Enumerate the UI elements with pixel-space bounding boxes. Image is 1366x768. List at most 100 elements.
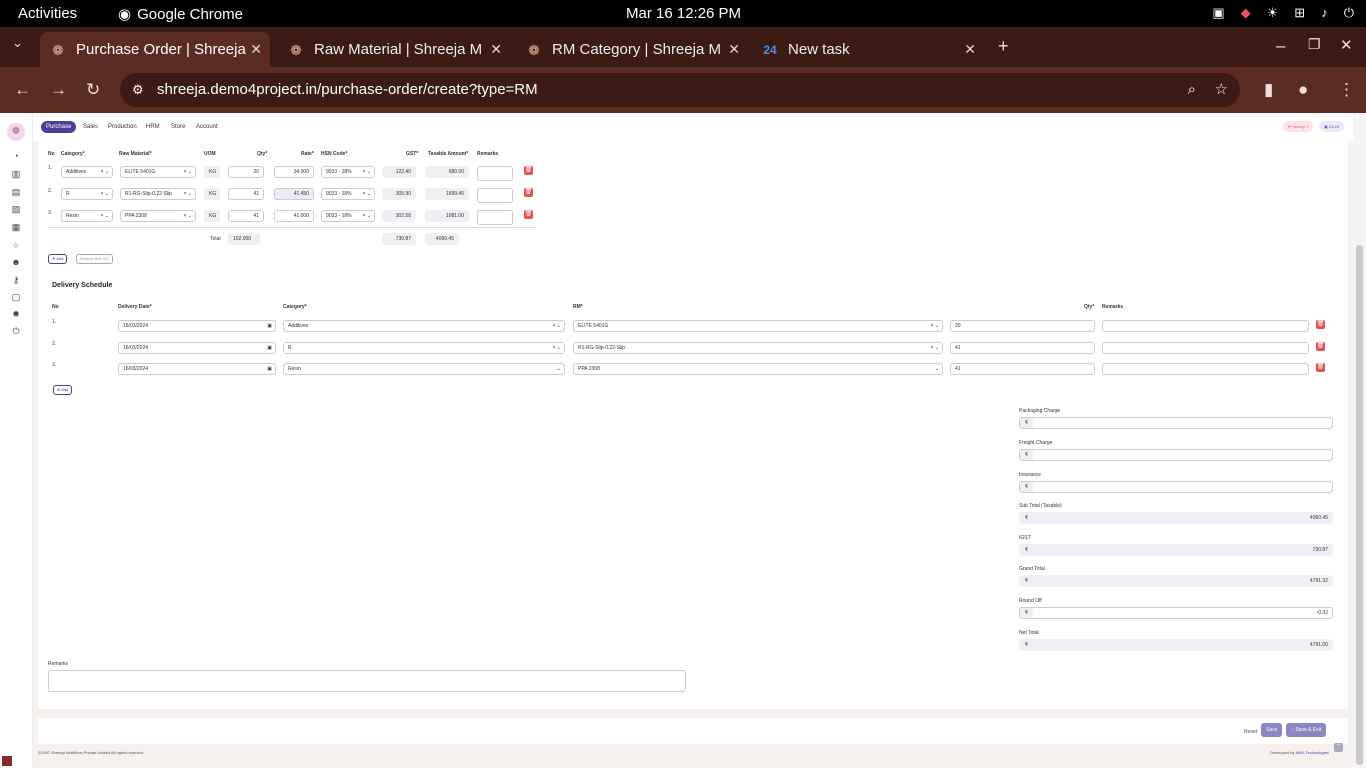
ds-category-select[interactable]: R × ⌄ bbox=[283, 342, 565, 354]
company-link[interactable]: MNS Technologies bbox=[1296, 750, 1329, 755]
category-select[interactable]: R × ⌄ bbox=[61, 188, 113, 200]
reset-button[interactable]: Reset bbox=[1244, 729, 1257, 735]
grid-icon[interactable]: ▦ bbox=[11, 222, 21, 232]
rate-input[interactable]: 41.000 bbox=[274, 210, 314, 222]
delivery-date-input[interactable]: 16/03/2024 ▣ bbox=[118, 320, 276, 332]
insurance-input[interactable]: ₹ bbox=[1019, 481, 1333, 493]
round-off-input[interactable]: ₹ -0.32 bbox=[1019, 607, 1333, 619]
settings-icon[interactable]: ✹ bbox=[11, 309, 21, 319]
tab-rm-category[interactable]: ❁ RM Category | Shreeja M ✕ bbox=[516, 32, 748, 67]
dashboard-icon[interactable]: ◔ bbox=[11, 151, 21, 161]
address-bar[interactable]: ⚙ shreeja.demo4project.in/purchase-order… bbox=[120, 73, 1240, 107]
bulk-ds-button[interactable]: Relieve Bulk DS bbox=[76, 254, 113, 264]
users-icon[interactable]: ☻ bbox=[11, 257, 21, 267]
ds-category-select[interactable]: Resin ⌄ bbox=[283, 363, 565, 375]
remarks-textarea[interactable] bbox=[477, 210, 513, 225]
clock[interactable]: Mar 16 12:26 PM bbox=[626, 5, 741, 22]
delete-row-icon[interactable]: 🗑 bbox=[1316, 320, 1325, 329]
save-exit-button[interactable]: ◌ Save & Exit bbox=[1286, 723, 1327, 737]
hsn-select[interactable]: 9033 - 18% × ⌄ bbox=[321, 166, 375, 178]
category-select[interactable]: Resin × ⌄ bbox=[61, 210, 113, 222]
clipboard-icon[interactable]: ▢ bbox=[11, 292, 21, 302]
factory-badge[interactable]: ♥ Factory 1 bbox=[1283, 121, 1314, 132]
nav-sales[interactable]: Sales bbox=[78, 121, 103, 133]
nav-hrm[interactable]: HRM bbox=[141, 121, 165, 133]
ds-rm-select[interactable]: R1-RG-Slip-0.22-Slip × ⌄ bbox=[573, 342, 943, 354]
zoom-icon[interactable]: ⌕ bbox=[1188, 73, 1196, 107]
site-info-icon[interactable]: ⚙ bbox=[132, 73, 144, 107]
tab-raw-material[interactable]: ❁ Raw Material | Shreeja M ✕ bbox=[278, 32, 510, 67]
delete-row-icon[interactable]: 🗑 bbox=[524, 210, 533, 219]
scroll-top-icon[interactable]: ⌃ bbox=[1334, 743, 1343, 752]
forward-icon[interactable]: → bbox=[50, 80, 67, 100]
hsn-select[interactable]: 9033 - 18% × ⌄ bbox=[321, 188, 375, 200]
logout-icon[interactable]: ⏻ bbox=[11, 326, 21, 336]
nav-purchase[interactable]: Purchase bbox=[41, 121, 77, 133]
rate-input[interactable]: 34.000 bbox=[274, 166, 314, 178]
page-scrollbar[interactable] bbox=[1353, 113, 1366, 768]
app-indicator-icon[interactable]: ◆ bbox=[1241, 5, 1251, 21]
app-menu[interactable]: ◉ Google Chrome bbox=[118, 5, 243, 24]
raw-material-select[interactable]: PPA 2308 × ⌄ bbox=[120, 210, 196, 222]
qty-input[interactable]: 41 bbox=[228, 188, 264, 200]
delete-row-icon[interactable]: 🗑 bbox=[1316, 363, 1325, 372]
taskbar-app-icon[interactable] bbox=[2, 756, 12, 766]
chat-icon[interactable]: ▣ bbox=[1212, 5, 1224, 21]
search-icon[interactable]: ○ bbox=[11, 240, 21, 250]
freight-charge-input[interactable]: ₹ bbox=[1019, 449, 1333, 461]
remarks-textarea[interactable] bbox=[477, 188, 513, 203]
tab-purchase-order[interactable]: ❁ Purchase Order | Shreeja ✕ bbox=[40, 32, 270, 67]
delete-row-icon[interactable]: 🗑 bbox=[524, 166, 533, 175]
delivery-date-input[interactable]: 16/03/2024 ▣ bbox=[118, 363, 276, 375]
chart-icon[interactable]: ▥ bbox=[11, 169, 21, 179]
close-icon[interactable]: ✕ bbox=[964, 41, 976, 58]
rate-input[interactable]: 41.450 bbox=[274, 188, 314, 200]
delete-row-icon[interactable]: 🗑 bbox=[524, 188, 533, 197]
activities-button[interactable]: Activities bbox=[18, 5, 77, 22]
nav-account[interactable]: Account bbox=[191, 121, 223, 133]
ds-rm-select[interactable]: ELITE 5401G × ⌄ bbox=[573, 320, 943, 332]
new-tab-icon[interactable]: + bbox=[998, 36, 1009, 57]
save-button[interactable]: Save bbox=[1261, 723, 1283, 737]
add-delivery-button[interactable]: ⊕ Add bbox=[53, 385, 73, 395]
qty-input[interactable]: 20 bbox=[228, 166, 264, 178]
ds-remarks-input[interactable] bbox=[1102, 342, 1309, 354]
key-icon[interactable]: ⚷ bbox=[11, 275, 21, 285]
delivery-date-input[interactable]: 16/03/2024 ▣ bbox=[118, 342, 276, 354]
close-icon[interactable]: ✕ bbox=[250, 41, 262, 58]
back-icon[interactable]: ← bbox=[14, 80, 31, 100]
year-badge[interactable]: ▣ 23-24 bbox=[1319, 121, 1345, 132]
ds-remarks-input[interactable] bbox=[1102, 363, 1309, 375]
raw-material-select[interactable]: R1-RG-Slip-0.22-Slip × ⌄ bbox=[120, 188, 196, 200]
qty-input[interactable]: 41 bbox=[228, 210, 264, 222]
tab-new-task[interactable]: 24 New task ✕ bbox=[752, 32, 984, 67]
ds-rm-select[interactable]: PPA 2308 ⌄ bbox=[573, 363, 943, 375]
menu-kebab-icon[interactable]: ⋮ bbox=[1338, 80, 1355, 100]
nav-production[interactable]: Production bbox=[103, 121, 142, 133]
remarks-textarea[interactable] bbox=[48, 670, 686, 692]
close-window-icon[interactable]: ✕ bbox=[1340, 36, 1353, 54]
hsn-select[interactable]: 9033 - 18% × ⌄ bbox=[321, 210, 375, 222]
category-select[interactable]: Additives × ⌄ bbox=[61, 166, 113, 178]
tab-search-icon[interactable]: ⌄ bbox=[12, 35, 23, 51]
profile-icon[interactable]: ● bbox=[1298, 80, 1308, 100]
side-panel-icon[interactable]: ▮ bbox=[1264, 80, 1273, 100]
ds-qty-input[interactable]: 20 bbox=[950, 320, 1095, 332]
close-icon[interactable]: ✕ bbox=[728, 41, 740, 58]
maximize-icon[interactable]: ❐ bbox=[1308, 36, 1321, 53]
system-tray[interactable]: ▣ ◆ ☀ ⊞ ♪ ⏻ bbox=[1212, 5, 1354, 21]
bookmark-star-icon[interactable]: ☆ bbox=[1215, 73, 1228, 107]
scrollbar-thumb[interactable] bbox=[1356, 245, 1363, 765]
minimize-icon[interactable]: – bbox=[1276, 36, 1285, 56]
ds-remarks-input[interactable] bbox=[1102, 320, 1309, 332]
raw-material-select[interactable]: ELITE 5401G × ⌄ bbox=[120, 166, 196, 178]
ds-qty-input[interactable]: 41 bbox=[950, 363, 1095, 375]
reload-icon[interactable]: ↻ bbox=[86, 80, 100, 100]
close-icon[interactable]: ✕ bbox=[490, 41, 502, 58]
ds-qty-input[interactable]: 41 bbox=[950, 342, 1095, 354]
ds-category-select[interactable]: Additives × ⌄ bbox=[283, 320, 565, 332]
nav-store[interactable]: Store bbox=[166, 121, 190, 133]
remarks-textarea[interactable] bbox=[477, 166, 513, 181]
add-item-button[interactable]: ⊕ Add bbox=[48, 254, 68, 264]
columns-icon[interactable]: ▤ bbox=[11, 187, 21, 197]
